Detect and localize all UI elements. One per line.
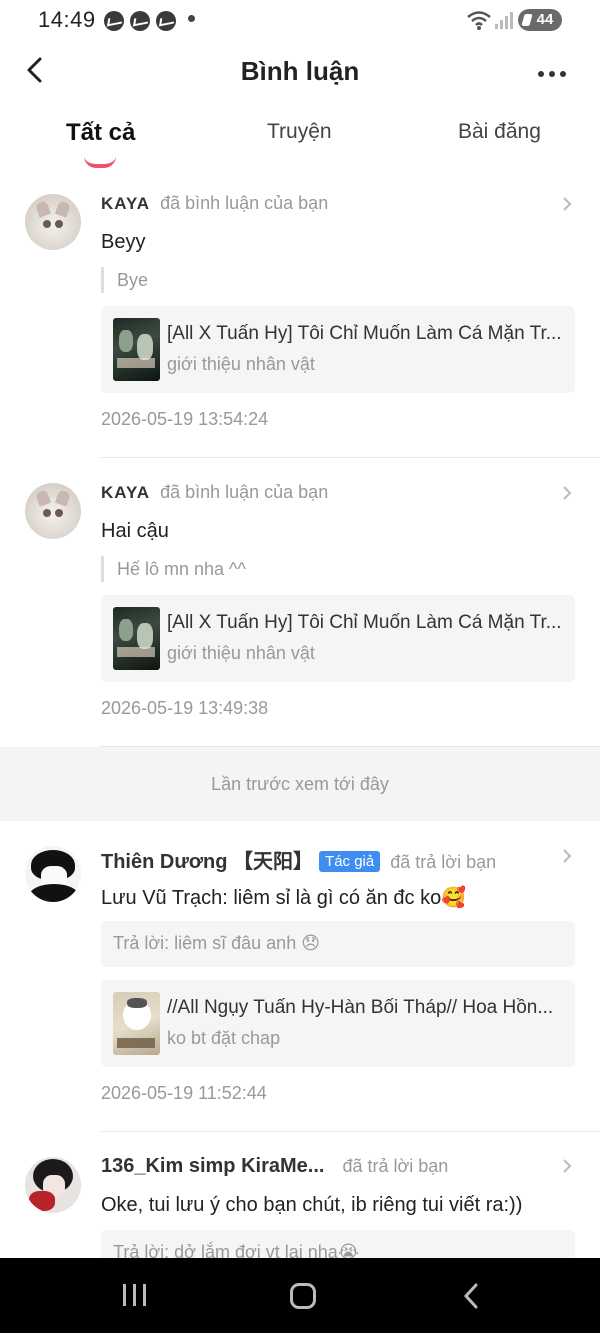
page-title: Bình luận xyxy=(240,56,360,86)
dot-icon xyxy=(538,71,544,77)
story-cover-image xyxy=(113,992,160,1055)
action-text: đã trả lời bạn xyxy=(390,852,497,872)
username[interactable]: Thiên Dương 【天阳】 xyxy=(101,851,313,873)
home-button[interactable] xyxy=(290,1283,316,1309)
story-cover-image xyxy=(113,607,160,670)
tab-posts[interactable]: Bài đăng xyxy=(458,120,541,144)
messenger-icon xyxy=(156,11,176,31)
messenger-icon xyxy=(104,11,124,31)
story-title: [All X Tuấn Hy] Tôi Chỉ Muốn Làm Cá Mặn … xyxy=(167,612,562,633)
avatar[interactable] xyxy=(25,1157,81,1213)
more-options-button[interactable] xyxy=(538,64,572,77)
comment-header: KAYA đã bình luận của bạn xyxy=(101,482,328,510)
divider xyxy=(101,1131,600,1132)
avatar[interactable] xyxy=(25,483,81,539)
comment-header: 136_Kim simp KiraMe... đã trả lời bạn xyxy=(101,1155,448,1183)
timestamp: 2026-05-19 13:49:38 xyxy=(101,698,269,718)
username[interactable]: 136_Kim simp KiraMe... xyxy=(101,1155,324,1177)
story-chapter: giới thiệu nhân vật xyxy=(167,354,315,374)
story-cover-image xyxy=(113,318,160,381)
wifi-icon xyxy=(467,11,491,30)
quoted-comment: Bye xyxy=(101,267,148,293)
timestamp: 2026-05-19 11:52:44 xyxy=(101,1083,267,1103)
avatar[interactable] xyxy=(25,194,81,250)
story-card[interactable]: //All Ngụy Tuấn Hy-Hàn Bối Tháp// Hoa Hồ… xyxy=(101,980,575,1067)
signal-icon xyxy=(495,12,513,29)
story-chapter: giới thiệu nhân vật xyxy=(167,643,315,663)
app-header: Bình luận xyxy=(0,40,600,102)
chevron-right-icon[interactable] xyxy=(561,847,573,865)
comment-header: KAYA đã bình luận của bạn xyxy=(101,193,328,221)
chevron-right-icon[interactable] xyxy=(561,1157,573,1175)
username[interactable]: KAYA xyxy=(101,194,150,213)
story-card[interactable]: [All X Tuấn Hy] Tôi Chỉ Muốn Làm Cá Mặn … xyxy=(101,595,575,682)
system-back-button[interactable] xyxy=(462,1282,480,1310)
recent-apps-button[interactable] xyxy=(123,1284,149,1306)
action-text: đã bình luận của bạn xyxy=(160,193,329,213)
story-title: [All X Tuấn Hy] Tôi Chỉ Muốn Làm Cá Mặn … xyxy=(167,323,562,344)
comments-screen: 14:49 44 Bình luận Tất cả Truyện Bài đăn… xyxy=(0,0,600,1333)
story-chapter: ko bt đặt chap xyxy=(167,1028,281,1048)
comment-text: Lưu Vũ Trạch: liêm sỉ là gì có ăn đc ko🥰 xyxy=(101,887,467,909)
avatar[interactable] xyxy=(25,846,81,902)
dot-icon xyxy=(549,71,555,77)
timestamp: 2026-05-19 13:54:24 xyxy=(101,409,269,429)
messenger-icon xyxy=(130,11,150,31)
chevron-right-icon[interactable] xyxy=(561,195,573,213)
tab-bar: Tất cả Truyện Bài đăng xyxy=(0,112,600,174)
divider xyxy=(101,457,600,458)
dot-icon xyxy=(560,71,566,77)
active-tab-indicator xyxy=(84,156,116,168)
reply-quote: Trả lời: liêm sĩ đâu anh 😞 xyxy=(101,921,575,967)
status-bar: 14:49 44 xyxy=(0,0,600,40)
author-badge: Tác giả xyxy=(319,851,381,872)
chevron-right-icon[interactable] xyxy=(561,484,573,502)
username[interactable]: KAYA xyxy=(101,483,150,502)
comment-text: Oke, tui lưu ý cho bạn chút, ib riêng tu… xyxy=(101,1194,523,1216)
comment-header: Thiên Dương 【天阳】 Tác giả đã trả lời bạn xyxy=(101,845,496,873)
last-seen-marker: Lần trước xem tới đây xyxy=(0,747,600,821)
tab-all[interactable]: Tất cả xyxy=(66,119,135,147)
notification-dot-icon xyxy=(188,15,195,22)
tab-stories[interactable]: Truyện xyxy=(267,120,332,144)
battery-icon: 44 xyxy=(518,9,562,31)
action-text: đã trả lời bạn xyxy=(342,1156,449,1176)
quoted-comment: Hế lô mn nha ^^ xyxy=(101,556,246,582)
system-nav-bar xyxy=(0,1258,600,1333)
comment-text: Beyy xyxy=(101,231,146,253)
story-card[interactable]: [All X Tuấn Hy] Tôi Chỉ Muốn Làm Cá Mặn … xyxy=(101,306,575,393)
status-time: 14:49 xyxy=(38,7,96,32)
story-title: //All Ngụy Tuấn Hy-Hàn Bối Tháp// Hoa Hồ… xyxy=(167,997,554,1018)
action-text: đã bình luận của bạn xyxy=(160,482,329,502)
comment-text: Hai cậu xyxy=(101,520,169,542)
